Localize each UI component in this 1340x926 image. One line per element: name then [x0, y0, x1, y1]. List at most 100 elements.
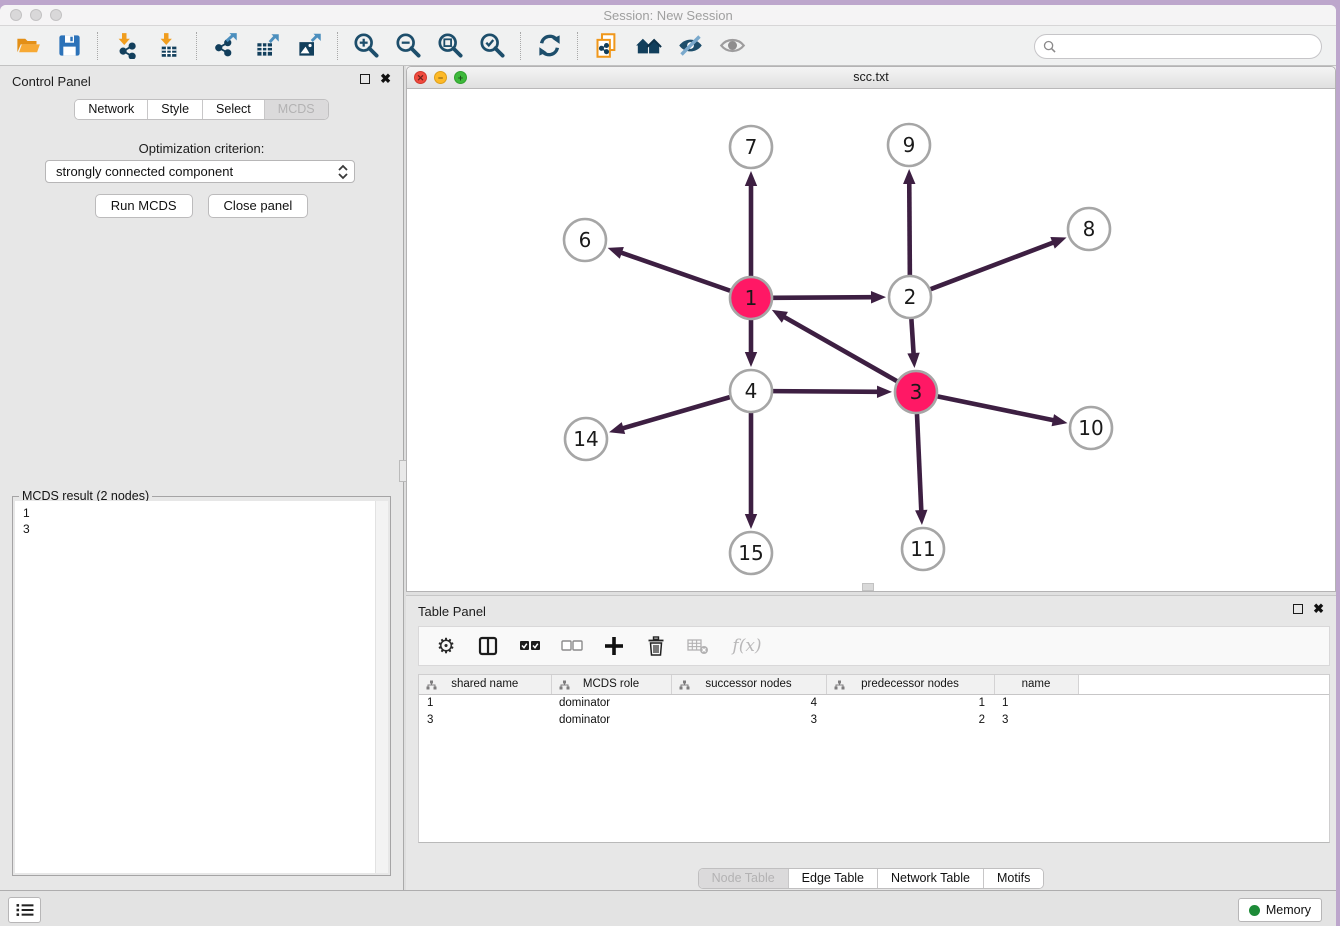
import-network-button[interactable] [107, 29, 145, 63]
memory-label: Memory [1266, 903, 1311, 917]
close-panel-button[interactable]: Close panel [208, 194, 309, 218]
criterion-dropdown[interactable]: strongly connected component [45, 160, 355, 183]
graph-edge[interactable] [917, 414, 921, 512]
zoom-selected-button[interactable] [473, 29, 511, 63]
table-row[interactable]: 3dominator323 [419, 711, 1329, 728]
close-table-panel-icon[interactable]: ✖ [1313, 604, 1324, 614]
table-settings-button[interactable]: ⚙ [433, 632, 459, 660]
edge-arrowhead [608, 247, 624, 259]
select-all-button[interactable] [517, 632, 543, 660]
edge-arrowhead [871, 291, 886, 303]
fx-icon: f(x) [732, 636, 761, 656]
search-input[interactable] [1061, 37, 1321, 57]
close-panel-icon[interactable]: ✖ [380, 74, 391, 84]
edge-arrowhead [877, 386, 892, 398]
deselect-all-button[interactable] [559, 632, 585, 660]
network-graph[interactable]: 7968124314101511 [407, 89, 1335, 591]
clone-network-button[interactable] [587, 29, 625, 63]
table-tabs: Node Table Edge Table Network Table Moti… [698, 868, 1045, 889]
zoom-fit-button[interactable] [431, 29, 469, 63]
delete-column-button[interactable] [643, 632, 669, 660]
table-header-row: shared name MCDS role successor nodes pr… [419, 675, 1329, 694]
table-row[interactable]: 1dominator411 [419, 694, 1329, 711]
tab-select[interactable]: Select [202, 100, 264, 119]
refresh-button[interactable] [530, 29, 568, 63]
network-view-window: ✕ − + scc.txt 7968124314101511 [406, 66, 1336, 592]
tab-network-table[interactable]: Network Table [877, 869, 983, 888]
graph-edge[interactable] [911, 319, 913, 355]
float-table-panel-icon[interactable] [1293, 604, 1303, 614]
graph-edge[interactable] [773, 297, 873, 298]
import-table-button[interactable] [149, 29, 187, 63]
add-column-button[interactable] [601, 632, 627, 660]
edge-arrowhead [745, 171, 757, 186]
zoom-in-icon [353, 32, 380, 59]
graph-edge[interactable] [931, 242, 1055, 289]
trash-icon [647, 636, 665, 656]
node-label: 7 [745, 135, 758, 159]
save-session-button[interactable] [50, 29, 88, 63]
edge-arrowhead [1052, 414, 1068, 426]
zoom-selected-icon [479, 32, 506, 59]
tab-style[interactable]: Style [147, 100, 202, 119]
column-header-shared-name[interactable]: shared name [419, 675, 551, 694]
graph-edge[interactable] [909, 182, 910, 275]
function-builder-button[interactable]: f(x) [727, 632, 767, 660]
window-title: Session: New Session [0, 8, 1336, 23]
network-canvas[interactable]: 7968124314101511 [407, 89, 1335, 591]
toolbar-separator [337, 32, 338, 60]
tab-edge-table[interactable]: Edge Table [788, 869, 877, 888]
column-header-name[interactable]: name [994, 675, 1078, 694]
column-header-predecessor-nodes[interactable]: predecessor nodes [826, 675, 994, 694]
show-all-button[interactable] [713, 29, 751, 63]
column-header-successor-nodes[interactable]: successor nodes [671, 675, 826, 694]
mcds-result-list: 1 3 [15, 501, 388, 873]
export-table-icon [254, 32, 281, 59]
zoom-out-button[interactable] [389, 29, 427, 63]
hide-selected-button[interactable] [671, 29, 709, 63]
tab-network[interactable]: Network [75, 100, 147, 119]
edge-arrowhead [745, 352, 757, 367]
export-network-button[interactable] [206, 29, 244, 63]
export-image-button[interactable] [290, 29, 328, 63]
result-line: 3 [23, 521, 388, 537]
tab-mcds[interactable]: MCDS [264, 100, 328, 119]
import-network-icon [113, 32, 140, 59]
graph-edge[interactable] [773, 391, 879, 392]
status-bar: Memory [0, 890, 1336, 926]
result-scrollbar[interactable] [375, 501, 388, 873]
export-network-icon [212, 32, 239, 59]
chevron-up-down-icon [336, 164, 350, 180]
table-toolbar: ⚙ f(x) [418, 626, 1330, 666]
first-neighbors-button[interactable] [629, 29, 667, 63]
show-columns-button[interactable] [475, 632, 501, 660]
show-panels-button[interactable] [8, 897, 41, 923]
eye-icon [719, 32, 746, 59]
unchecked-boxes-icon [561, 639, 583, 653]
graph-edge[interactable] [620, 252, 730, 291]
memory-button[interactable]: Memory [1238, 898, 1322, 922]
node-table: shared name MCDS role successor nodes pr… [418, 674, 1330, 843]
graph-edge[interactable] [938, 396, 1055, 420]
edge-arrowhead [915, 510, 927, 525]
zoom-in-button[interactable] [347, 29, 385, 63]
graph-edge[interactable] [783, 316, 897, 381]
run-mcds-button[interactable]: Run MCDS [95, 194, 193, 218]
refresh-icon [536, 32, 563, 59]
toolbar-separator [97, 32, 98, 60]
result-line: 1 [23, 505, 388, 521]
open-session-button[interactable] [8, 29, 46, 63]
node-label: 8 [1083, 217, 1096, 241]
canvas-grip[interactable] [862, 583, 874, 591]
tab-node-table[interactable]: Node Table [699, 869, 788, 888]
float-panel-icon[interactable] [360, 74, 370, 84]
control-panel-tabs: Network Style Select MCDS [74, 99, 328, 120]
network-window-titlebar: ✕ − + scc.txt [407, 67, 1335, 89]
tab-motifs[interactable]: Motifs [983, 869, 1043, 888]
graph-edge[interactable] [622, 397, 730, 429]
node-label: 6 [579, 228, 592, 252]
export-table-button[interactable] [248, 29, 286, 63]
delete-table-button[interactable] [685, 632, 711, 660]
titlebar: Session: New Session [0, 5, 1336, 26]
column-header-mcds-role[interactable]: MCDS role [551, 675, 671, 694]
